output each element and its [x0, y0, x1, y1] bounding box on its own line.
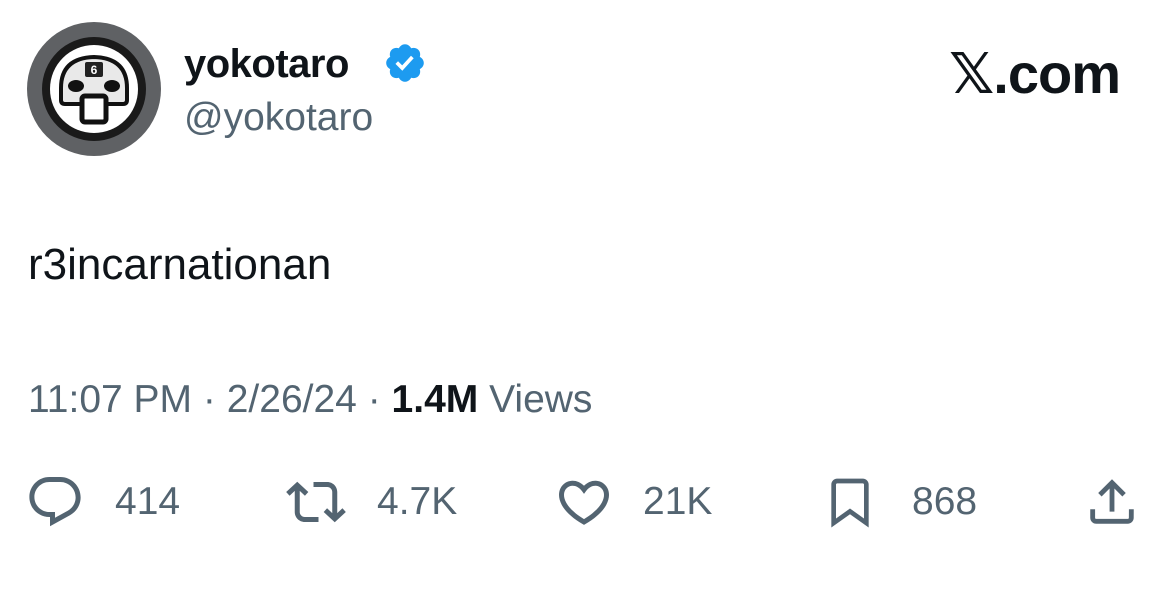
verified-badge-icon: [386, 44, 424, 82]
user-handle[interactable]: @yokotaro: [184, 95, 373, 141]
action-bar: 414 4.7K 21K 868: [0, 472, 1170, 532]
meta-separator: ·: [202, 378, 216, 421]
meta-separator: ·: [367, 378, 381, 421]
repost-icon: [286, 481, 346, 523]
tweet-meta: 11:07 PM · 2/26/24 · 1.4M Views: [28, 376, 592, 424]
bookmark-button[interactable]: 868: [822, 472, 977, 532]
bookmark-count: 868: [912, 480, 978, 523]
tweet-text: r3incarnationan: [28, 240, 332, 289]
avatar[interactable]: 6: [27, 22, 161, 156]
reply-button[interactable]: 414: [25, 472, 180, 532]
bookmark-icon: [831, 478, 869, 528]
tweet-card: 6 yokotaro @yokotaro 𝕏.com r3incarnation…: [0, 0, 1170, 594]
tweet-date[interactable]: 2/26/24: [227, 378, 357, 421]
reply-count: 414: [115, 480, 181, 523]
repost-button[interactable]: 4.7K: [285, 472, 457, 532]
reply-icon: [29, 477, 81, 527]
like-icon: [558, 480, 610, 525]
repost-count: 4.7K: [377, 480, 458, 523]
svg-text:6: 6: [91, 63, 98, 77]
x-com-logo: 𝕏.com: [949, 42, 1121, 105]
like-count: 21K: [643, 480, 713, 523]
views-count: 1.4M: [391, 378, 479, 421]
share-button[interactable]: [1083, 472, 1141, 532]
display-name[interactable]: yokotaro: [184, 40, 349, 88]
avatar-mask-icon: 6: [42, 37, 146, 141]
tweet-time[interactable]: 11:07 PM: [28, 378, 192, 421]
share-icon: [1090, 479, 1134, 524]
like-button[interactable]: 21K: [553, 472, 712, 532]
views-label: Views: [489, 378, 593, 421]
